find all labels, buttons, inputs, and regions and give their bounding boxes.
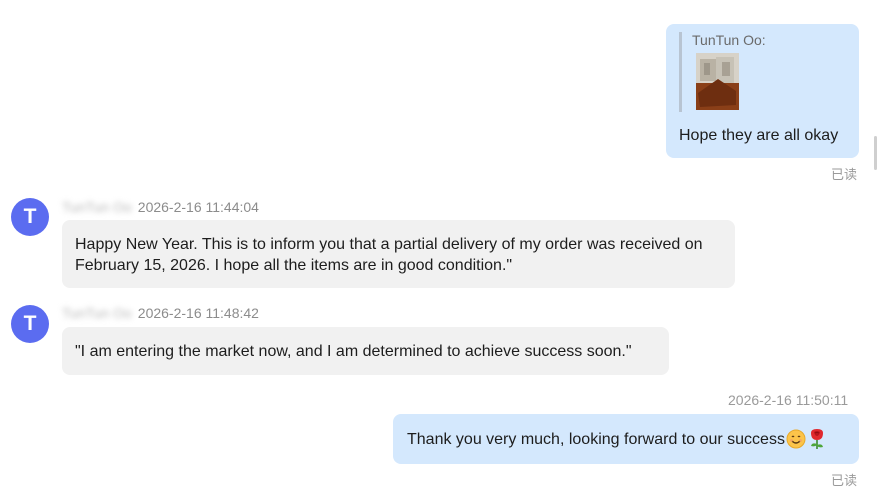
read-status: 已读	[831, 167, 858, 182]
quoted-author: TunTun Oo:	[692, 32, 766, 48]
message-meta: TunTun Oo 2026-2-16 11:44:04	[62, 199, 259, 215]
avatar-letter: T	[23, 312, 37, 335]
quoted-photo-thumbnail[interactable]	[696, 53, 739, 110]
message-text: Thank you very much, looking forward to …	[407, 430, 785, 448]
read-status: 已读	[831, 473, 858, 488]
timestamp: 2026-2-16 11:50:11	[728, 392, 849, 408]
message-meta: TunTun Oo 2026-2-16 11:48:42	[62, 305, 259, 321]
rose-emoji	[810, 429, 823, 449]
message-text: "I am entering the market now, and I am …	[75, 343, 632, 360]
incoming-message-bubble[interactable]: "I am entering the market now, and I am …	[62, 327, 669, 375]
sender-name[interactable]: TunTun Oo	[62, 199, 132, 215]
smiling-face-emoji	[786, 429, 806, 449]
avatar[interactable]: T	[11, 198, 49, 236]
message-content: Thank you very much, looking forward to …	[407, 428, 826, 450]
outgoing-message-bubble[interactable]: Thank you very much, looking forward to …	[393, 414, 859, 464]
avatar-letter: T	[23, 205, 37, 228]
timestamp: 2026-2-16 11:48:42	[137, 305, 259, 321]
timestamp: 2026-2-16 11:44:04	[137, 199, 259, 215]
outgoing-message-bubble[interactable]: TunTun Oo: Hope they are all okay	[666, 24, 859, 158]
sender-name[interactable]: TunTun Oo	[62, 305, 132, 321]
avatar[interactable]: T	[11, 305, 49, 343]
message-text-line: Happy New Year. This is to inform you th…	[75, 236, 703, 253]
incoming-message-bubble[interactable]: Happy New Year. This is to inform you th…	[62, 220, 735, 288]
quoted-message[interactable]: TunTun Oo:	[679, 32, 782, 112]
message-text: Hope they are all okay	[679, 127, 839, 144]
message-text-line: February 15, 2026. I hope all the items …	[75, 257, 513, 274]
